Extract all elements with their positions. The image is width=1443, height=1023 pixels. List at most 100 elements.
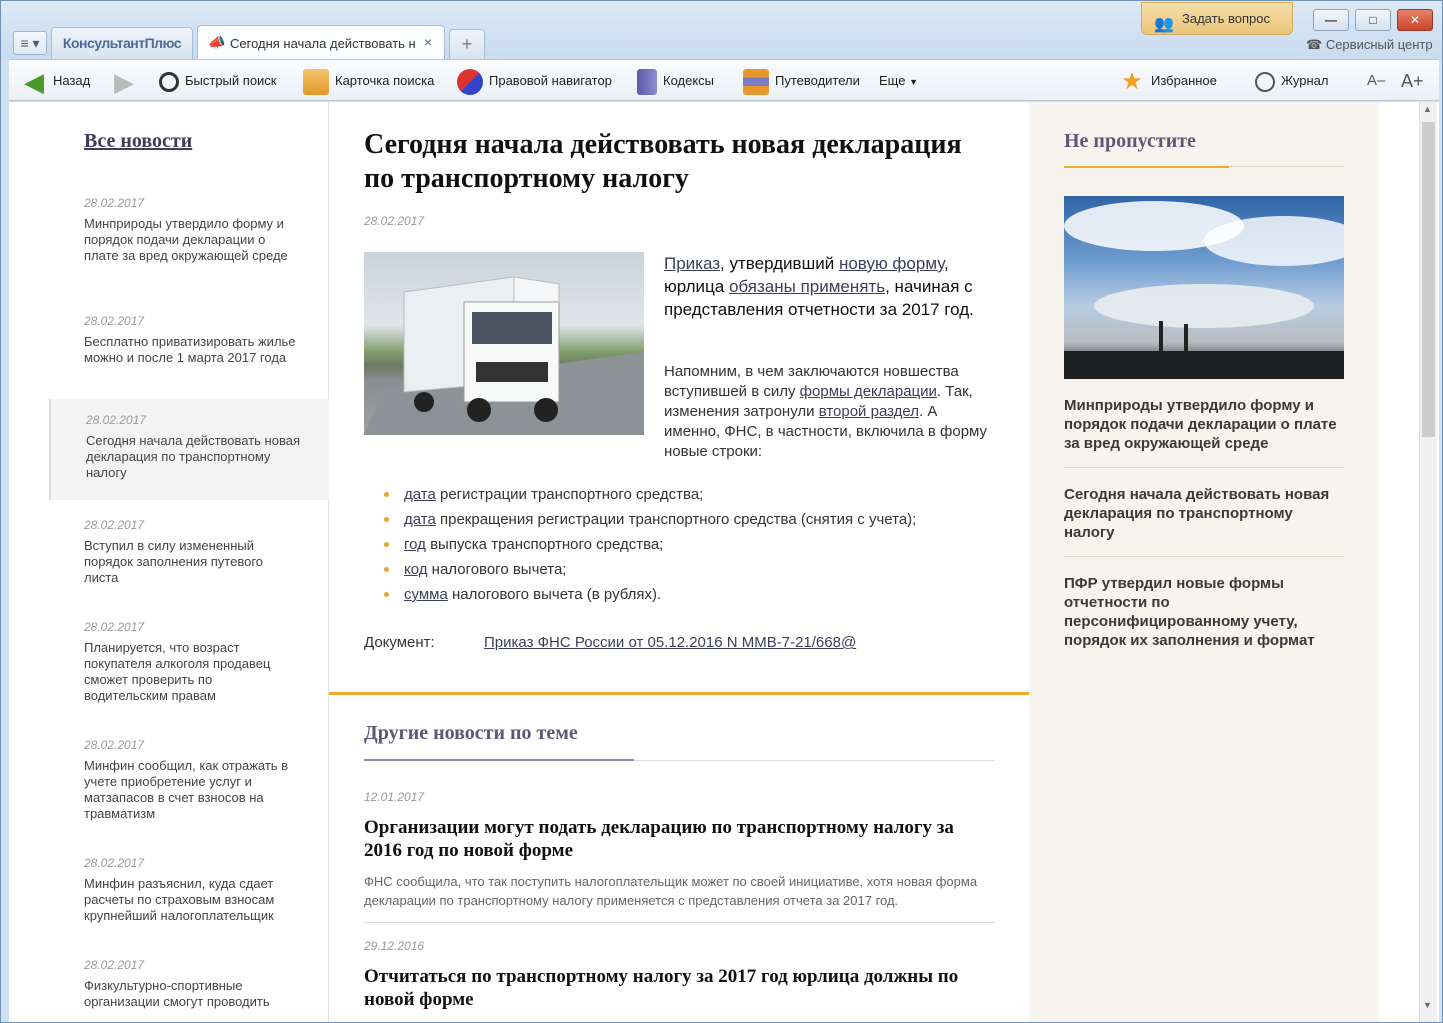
codes-button[interactable]: Кодексы (637, 60, 714, 102)
close-window-button[interactable]: ✕ (1397, 9, 1433, 31)
related-news-item[interactable]: 12.01.2017 Организации могут подать декл… (364, 790, 994, 910)
new-lines-list: дата регистрации транспортного средства;… (384, 482, 916, 607)
search-card-button[interactable]: Карточка поиска (303, 60, 434, 102)
news-title: Минприроды утвердило форму и порядок под… (84, 216, 288, 263)
news-list-item[interactable]: 28.02.2017 Физкультурно-спортивные органи… (49, 944, 329, 1010)
second-section-link[interactable]: второй раздел (819, 403, 919, 420)
divider (1064, 467, 1344, 468)
all-news-link[interactable]: Все новости (84, 130, 192, 153)
people-icon: 👥 (1154, 16, 1174, 33)
dont-miss-item[interactable]: Минприроды утвердило форму и порядок под… (1064, 396, 1344, 453)
legal-navigator-label: Правовой навигатор (489, 73, 612, 88)
factory-smoke-image (1064, 196, 1344, 379)
related-news-title[interactable]: Организации могут подать декларацию по т… (364, 816, 994, 862)
lead-text: , утвердивший (720, 254, 839, 273)
heading-underline (1064, 166, 1229, 168)
forward-arrow-icon: ▶ (114, 66, 134, 97)
service-center-link[interactable]: ☎ Сервисный центр (1306, 37, 1433, 53)
news-date: 28.02.2017 (84, 518, 145, 532)
document-link[interactable]: Приказ ФНС России от 05.12.2016 N ММВ-7-… (484, 634, 856, 651)
news-list-item[interactable]: 28.02.2017 Минфин разъяснил, куда сдает р… (49, 842, 329, 924)
ask-question-button[interactable]: 👥 Задать вопрос (1141, 2, 1293, 35)
new-form-link[interactable]: новую форму (839, 254, 944, 273)
news-title: Минфин разъяснил, куда сдает расчеты по … (84, 876, 275, 923)
tab-active-article[interactable]: 📣 Сегодня начала действовать н × (197, 25, 445, 59)
section-divider (329, 692, 1029, 695)
bullet-link[interactable]: дата (404, 511, 436, 528)
list-item: код налогового вычета; (384, 557, 916, 582)
article-body-paragraph: Напомним, в чем заключаются новшества вс… (664, 362, 994, 462)
truck-image (364, 252, 644, 435)
dont-miss-column: Не пропустите Минприроды утвердило форму… (1029, 102, 1379, 1022)
tab-consultantplus[interactable]: КонсультантПлюс (51, 27, 193, 59)
codes-label: Кодексы (663, 73, 715, 88)
megaphone-icon: 📣 (208, 34, 226, 50)
tab-close-icon[interactable]: × (424, 34, 432, 50)
news-date: 28.02.2017 (84, 196, 145, 210)
font-decrease-button[interactable]: A– (1367, 60, 1385, 102)
chevron-down-icon: ▼ (909, 77, 918, 87)
navigator-icon (457, 68, 483, 95)
more-menu[interactable]: Еще ▼ (879, 60, 918, 102)
guides-button[interactable]: Путеводители (743, 60, 860, 102)
bullet-text: налогового вычета (в рублях). (447, 586, 662, 603)
news-title: Планируется, что возраст покупателя алко… (84, 640, 271, 703)
order-link[interactable]: Приказ (664, 254, 720, 273)
search-card-label: Карточка поиска (335, 73, 435, 88)
title-bar: ≡ ▾ КонсультантПлюс 📣 Сегодня начала дей… (1, 1, 1442, 59)
scroll-down-icon[interactable]: ▼ (1423, 1000, 1432, 1010)
toolbar: ◀ Назад ▶ Быстрый поиск Карточка поиска П… (9, 59, 1439, 101)
vertical-scrollbar[interactable]: ▲ ▼ (1419, 102, 1437, 1022)
news-list-item[interactable]: 28.02.2017 Вступил в силу измененный поря… (49, 504, 329, 586)
back-button[interactable]: ◀ Назад (21, 60, 90, 102)
news-list-item[interactable]: 28.02.2017 Планируется, что возраст покуп… (49, 606, 329, 704)
star-icon: ★ (1121, 67, 1143, 95)
bullet-text: налогового вычета; (427, 561, 567, 578)
ask-question-label: Задать вопрос (1182, 11, 1270, 26)
scrollbar-thumb[interactable] (1422, 122, 1435, 437)
scroll-up-icon[interactable]: ▲ (1423, 104, 1432, 114)
bullet-link[interactable]: сумма (404, 586, 448, 603)
news-list-item[interactable]: 28.02.2017 Минфин сообщил, как отражать в… (49, 724, 329, 822)
quick-search-button[interactable]: Быстрый поиск (159, 60, 277, 102)
service-center-label: Сервисный центр (1325, 37, 1433, 52)
article-title: Сегодня начала действовать новая деклара… (364, 129, 962, 194)
maximize-button[interactable]: □ (1355, 9, 1391, 31)
journal-button[interactable]: Журнал (1255, 60, 1328, 102)
clock-icon (1255, 71, 1275, 92)
dont-miss-item[interactable]: ПФР утвердил новые формы отчетности по п… (1064, 574, 1344, 650)
bullet-text: прекращения регистрации транспортного ср… (435, 511, 917, 528)
quick-search-label: Быстрый поиск (185, 73, 277, 88)
content-area: Все новости 28.02.2017 Минприроды утверди… (9, 102, 1439, 1022)
search-icon (159, 71, 179, 92)
bullet-text: регистрации транспортного средства; (435, 486, 704, 503)
news-title: Физкультурно-спортивные организации смог… (84, 978, 270, 1009)
favorites-button[interactable]: ★ Избранное (1119, 60, 1217, 102)
back-arrow-icon: ◀ (24, 66, 44, 97)
list-item: сумма налогового вычета (в рублях). (384, 582, 916, 607)
bullet-link[interactable]: дата (404, 486, 436, 503)
related-news-item[interactable]: 29.12.2016 Отчитаться по транспортному н… (364, 939, 994, 1021)
bullet-link[interactable]: год (404, 536, 426, 553)
forward-button[interactable]: ▶ (111, 60, 143, 102)
document-label: Документ: (364, 634, 435, 651)
news-date: 28.02.2017 (86, 413, 147, 427)
dont-miss-item[interactable]: Сегодня начала действовать новая деклара… (1064, 485, 1344, 542)
tab-title: Сегодня начала действовать н (230, 36, 416, 51)
news-list-item[interactable]: 28.02.2017 Минприроды утвердило форму и п… (49, 182, 329, 264)
new-tab-button[interactable]: + (449, 29, 485, 59)
news-list-item-selected[interactable]: 28.02.2017 Сегодня начала действовать нов… (49, 399, 329, 500)
declaration-form-link[interactable]: формы декларации (800, 383, 937, 400)
legal-navigator-button[interactable]: Правовой навигатор (457, 60, 612, 102)
back-label: Назад (53, 73, 91, 88)
main-menu-button[interactable]: ≡ ▾ (13, 31, 47, 55)
news-date: 28.02.2017 (84, 620, 145, 634)
news-date: 28.02.2017 (84, 856, 145, 870)
must-apply-link[interactable]: обязаны применять (729, 277, 885, 296)
minimize-button[interactable]: — (1313, 9, 1349, 31)
bullet-link[interactable]: код (404, 561, 428, 578)
font-increase-button[interactable]: A+ (1401, 60, 1424, 102)
related-news-title[interactable]: Отчитаться по транспортному налогу за 20… (364, 965, 994, 1011)
news-list-item[interactable]: 28.02.2017 Бесплатно приватизировать жиль… (49, 300, 329, 366)
related-news-heading: Другие новости по теме (364, 722, 578, 744)
